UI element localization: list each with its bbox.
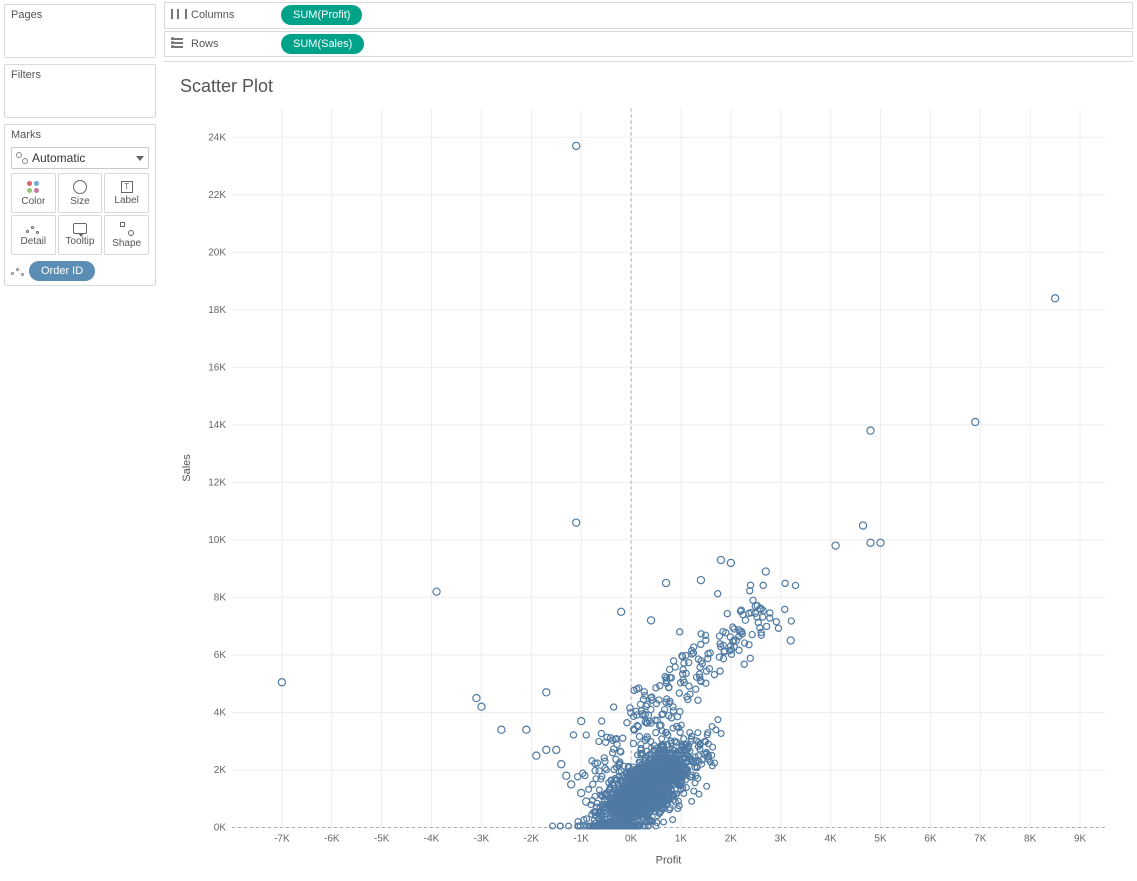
marks-shape-button[interactable]: Shape xyxy=(104,215,149,255)
label-icon: T xyxy=(121,181,133,193)
svg-text:-3K: -3K xyxy=(474,834,490,845)
columns-shelf[interactable]: Columns SUM(Profit) xyxy=(164,2,1133,29)
chart-area[interactable]: -7K -6K -5K -4K -3K -2K -1K 0K 1K 2K 3K 4K 5K 6K 7K 8K 9… xyxy=(174,99,1123,877)
viz-title: Scatter Plot xyxy=(180,76,1123,97)
chevron-down-icon xyxy=(136,156,144,161)
rows-label: Rows xyxy=(191,38,219,50)
detail-icon xyxy=(26,224,40,234)
columns-label: Columns xyxy=(191,9,234,21)
svg-text:-4K: -4K xyxy=(424,834,440,845)
svg-text:2K: 2K xyxy=(214,765,227,776)
scatter-chart[interactable]: -7K -6K -5K -4K -3K -2K -1K 0K 1K 2K 3K 4K 5K 6K 7K 8K 9… xyxy=(174,99,1123,877)
filters-title: Filters xyxy=(11,69,149,81)
pages-shelf[interactable]: Pages xyxy=(4,4,156,58)
detail-pill-order-id[interactable]: Order ID xyxy=(29,261,95,281)
svg-text:0K: 0K xyxy=(214,823,227,834)
svg-text:6K: 6K xyxy=(214,650,227,661)
svg-text:10K: 10K xyxy=(208,535,226,546)
marks-size-label: Size xyxy=(70,196,89,207)
rows-pill-label: SUM(Sales) xyxy=(293,34,352,54)
marks-color-button[interactable]: Color xyxy=(11,173,56,213)
mark-type-dropdown[interactable]: Automatic xyxy=(11,147,149,169)
svg-text:-2K: -2K xyxy=(524,834,540,845)
svg-text:1K: 1K xyxy=(675,834,688,845)
svg-text:18K: 18K xyxy=(208,305,226,316)
svg-text:6K: 6K xyxy=(924,834,937,845)
columns-pill-label: SUM(Profit) xyxy=(293,5,350,25)
svg-text:-7K: -7K xyxy=(274,834,290,845)
svg-text:Profit: Profit xyxy=(656,855,682,867)
svg-text:12K: 12K xyxy=(208,477,226,488)
marks-tooltip-label: Tooltip xyxy=(66,236,95,247)
svg-text:8K: 8K xyxy=(214,592,227,603)
size-icon xyxy=(72,180,88,194)
rows-icon xyxy=(171,38,185,50)
main-area: Columns SUM(Profit) Rows SUM(Sales) Scat… xyxy=(160,0,1137,881)
marks-tooltip-button[interactable]: Tooltip xyxy=(58,215,103,255)
detail-pill-row: Order ID xyxy=(11,261,149,281)
svg-text:20K: 20K xyxy=(208,247,226,258)
svg-text:Sales: Sales xyxy=(181,454,193,482)
pages-title: Pages xyxy=(11,9,149,21)
viz-pane[interactable]: Scatter Plot -7K -6K -5K -4K -3K -2K -1K 0K 1K 2K… xyxy=(164,61,1133,877)
svg-text:4K: 4K xyxy=(214,707,227,718)
columns-pill-profit[interactable]: SUM(Profit) xyxy=(281,5,362,25)
svg-text:3K: 3K xyxy=(775,834,788,845)
marks-shape-label: Shape xyxy=(112,238,141,249)
rows-shelf[interactable]: Rows SUM(Sales) xyxy=(164,31,1133,58)
marks-detail-button[interactable]: Detail xyxy=(11,215,56,255)
marks-detail-label: Detail xyxy=(21,236,47,247)
rows-pill-sales[interactable]: SUM(Sales) xyxy=(281,34,364,54)
svg-text:0K: 0K xyxy=(625,834,638,845)
svg-text:5K: 5K xyxy=(874,834,887,845)
svg-text:7K: 7K xyxy=(974,834,987,845)
tooltip-icon xyxy=(73,223,87,234)
marks-title: Marks xyxy=(11,129,149,141)
svg-text:24K: 24K xyxy=(208,132,226,143)
svg-text:14K: 14K xyxy=(208,420,226,431)
shape-auto-icon xyxy=(16,152,28,164)
svg-text:-6K: -6K xyxy=(324,834,340,845)
left-sidebar: Pages Filters Marks Automatic Color xyxy=(0,0,160,881)
svg-text:2K: 2K xyxy=(725,834,738,845)
svg-text:-5K: -5K xyxy=(374,834,390,845)
marks-label-button[interactable]: T Label xyxy=(104,173,149,213)
detail-pill-label: Order ID xyxy=(41,261,83,281)
filters-shelf[interactable]: Filters xyxy=(4,64,156,118)
svg-text:22K: 22K xyxy=(208,190,226,201)
svg-text:-1K: -1K xyxy=(573,834,589,845)
detail-icon xyxy=(11,266,25,276)
marks-size-button[interactable]: Size xyxy=(58,173,103,213)
shape-icon xyxy=(120,222,134,236)
svg-text:4K: 4K xyxy=(825,834,838,845)
marks-color-label: Color xyxy=(21,196,45,207)
svg-text:8K: 8K xyxy=(1024,834,1037,845)
mark-type-value: Automatic xyxy=(32,151,85,165)
svg-text:9K: 9K xyxy=(1074,834,1087,845)
svg-text:16K: 16K xyxy=(208,362,226,373)
marks-card: Marks Automatic Color Size T xyxy=(4,124,156,286)
marks-label-label: Label xyxy=(114,195,138,206)
color-icon xyxy=(26,180,40,194)
columns-icon xyxy=(171,9,185,21)
